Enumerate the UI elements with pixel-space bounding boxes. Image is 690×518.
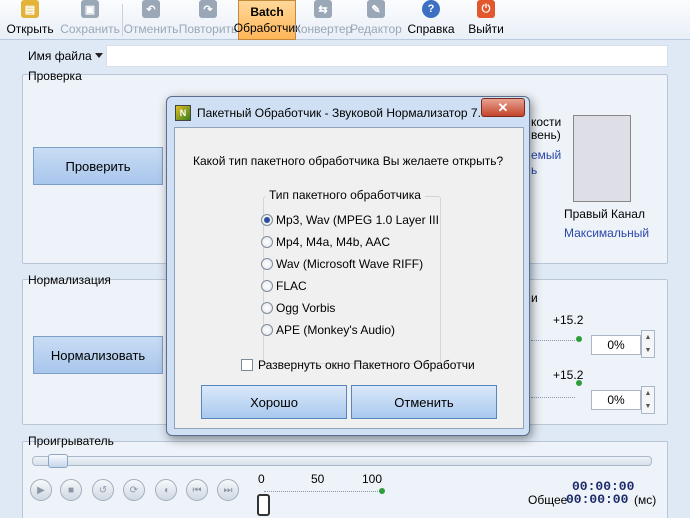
check-fragment-4: ь bbox=[531, 163, 538, 177]
level-1-label: +15.2 bbox=[553, 313, 584, 327]
option-flac[interactable]: FLAC bbox=[261, 278, 307, 294]
level-2-slider-track[interactable] bbox=[531, 397, 575, 398]
check-fragment-1: кости bbox=[531, 115, 562, 129]
player-progress-track[interactable] bbox=[32, 456, 652, 466]
open-button[interactable]: ▤ Открыть bbox=[6, 0, 54, 40]
batch-icon: Batch bbox=[250, 5, 284, 19]
folder-icon: ▤ bbox=[21, 0, 39, 18]
volume-icon[interactable]: ◖ bbox=[155, 479, 177, 501]
previous-icon[interactable]: ⏮ bbox=[186, 479, 208, 501]
option-wav[interactable]: Wav (Microsoft Wave RIFF) bbox=[261, 256, 423, 272]
normalize-button[interactable]: Нормализовать bbox=[33, 336, 163, 374]
editor-icon: ✎ bbox=[367, 0, 385, 18]
radio-icon[interactable] bbox=[261, 324, 273, 336]
volume-tick-0: 0 bbox=[258, 472, 265, 486]
help-icon: ? bbox=[422, 0, 440, 18]
play-icon[interactable]: ▶ bbox=[30, 479, 52, 501]
filename-label: Имя файла bbox=[28, 49, 92, 63]
exit-button[interactable]: ⏻ Выйти bbox=[466, 0, 506, 40]
radio-icon[interactable] bbox=[261, 214, 273, 226]
toolbar: ▤ Открыть ▣ Сохранить ↶ Отменить ↷ Повто… bbox=[0, 0, 690, 40]
batch-processor-dialog: N Пакетный Обработчик - Звуковой Нормали… bbox=[166, 96, 530, 436]
radio-icon[interactable] bbox=[261, 236, 273, 248]
ms-label: (мс) bbox=[634, 493, 657, 507]
total-label: Общее bbox=[528, 493, 568, 507]
level-1-slider-dot[interactable] bbox=[576, 336, 582, 342]
cancel-button[interactable]: Отменить bbox=[351, 385, 497, 419]
spin-up-icon[interactable]: ▲ bbox=[642, 331, 654, 344]
undo-icon: ↶ bbox=[142, 0, 160, 18]
batch-processor-button[interactable]: Batch Обработчик bbox=[234, 0, 300, 40]
radio-icon[interactable] bbox=[261, 302, 273, 314]
editor-button[interactable]: ✎ Редактор bbox=[350, 0, 402, 40]
close-icon[interactable]: ✕ bbox=[481, 98, 525, 117]
rewind-icon[interactable]: ↺ bbox=[92, 479, 114, 501]
radio-icon[interactable] bbox=[261, 258, 273, 270]
repeat-icon[interactable]: ⟳ bbox=[123, 479, 145, 501]
filename-row: Имя файла bbox=[0, 44, 690, 68]
checkbox-icon[interactable] bbox=[241, 359, 253, 371]
redo-icon: ↷ bbox=[199, 0, 217, 18]
volume-slider-track[interactable] bbox=[264, 491, 384, 494]
app-icon: N bbox=[175, 105, 191, 121]
spin-up-icon[interactable]: ▲ bbox=[642, 387, 654, 400]
option-ogg[interactable]: Ogg Vorbis bbox=[261, 300, 335, 316]
spin-down-icon[interactable]: ▼ bbox=[642, 400, 654, 413]
dialog-body: Какой тип пакетного обработчика Вы желае… bbox=[174, 127, 524, 429]
option-mp4[interactable]: Mp4, M4a, M4b, AAC bbox=[261, 234, 390, 250]
next-icon[interactable]: ⏭ bbox=[217, 479, 239, 501]
check-fragment-2: вень) bbox=[531, 128, 561, 142]
help-button[interactable]: ? Справка bbox=[406, 0, 456, 40]
filename-dropdown-arrow-icon[interactable] bbox=[95, 53, 103, 58]
total-time: 00:00:00 bbox=[566, 492, 629, 507]
player-progress-thumb[interactable] bbox=[48, 454, 68, 468]
filename-field[interactable] bbox=[106, 45, 668, 67]
player-group-title: Проигрыватель bbox=[28, 434, 114, 448]
level-1-value-field[interactable]: 0% bbox=[591, 335, 641, 355]
check-button[interactable]: Проверить bbox=[33, 147, 163, 185]
stop-icon[interactable]: ■ bbox=[60, 479, 82, 501]
save-button[interactable]: ▣ Сохранить bbox=[60, 0, 120, 40]
dialog-title: Пакетный Обработчик - Звуковой Нормализа… bbox=[197, 106, 488, 120]
ok-button[interactable]: Хорошо bbox=[201, 385, 347, 419]
volume-max-dot bbox=[379, 488, 385, 494]
check-group-title: Проверка bbox=[28, 69, 82, 83]
option-ape[interactable]: APE (Monkey's Audio) bbox=[261, 322, 395, 338]
maximal-link[interactable]: Максимальный bbox=[564, 226, 649, 240]
level-2-slider-dot[interactable] bbox=[576, 380, 582, 386]
option-mp3-wav[interactable]: Mp3, Wav (MPEG 1.0 Layer III bbox=[261, 212, 439, 228]
converter-icon: ⇆ bbox=[314, 0, 332, 18]
undo-button[interactable]: ↶ Отменить bbox=[124, 0, 178, 40]
redo-button[interactable]: ↷ Повторить bbox=[178, 0, 238, 40]
level-2-value-field[interactable]: 0% bbox=[591, 390, 641, 410]
level-1-spin[interactable]: ▲ ▼ bbox=[641, 330, 655, 358]
spin-down-icon[interactable]: ▼ bbox=[642, 344, 654, 357]
processor-type-group-title: Тип пакетного обработчика bbox=[265, 188, 425, 202]
dialog-question: Какой тип пакетного обработчика Вы желае… bbox=[193, 154, 504, 168]
volume-tick-100: 100 bbox=[362, 472, 383, 486]
converter-button[interactable]: ⇆ Конвертер bbox=[294, 0, 352, 40]
right-channel-meter bbox=[573, 115, 631, 202]
normalize-fragment: и bbox=[531, 291, 538, 305]
right-channel-label: Правый Канал bbox=[564, 207, 645, 221]
level-1-slider-track[interactable] bbox=[531, 340, 575, 341]
radio-icon[interactable] bbox=[261, 280, 273, 292]
floppy-icon: ▣ bbox=[81, 0, 99, 18]
level-2-spin[interactable]: ▲ ▼ bbox=[641, 386, 655, 414]
normalize-group-title: Нормализация bbox=[28, 273, 111, 287]
power-icon: ⏻ bbox=[477, 0, 495, 18]
check-fragment-3: емый bbox=[531, 148, 562, 162]
expand-window-checkbox[interactable]: Развернуть окно Пакетного Обработчи bbox=[241, 358, 475, 372]
volume-slider-thumb[interactable] bbox=[257, 494, 270, 516]
volume-tick-50: 50 bbox=[311, 472, 325, 486]
